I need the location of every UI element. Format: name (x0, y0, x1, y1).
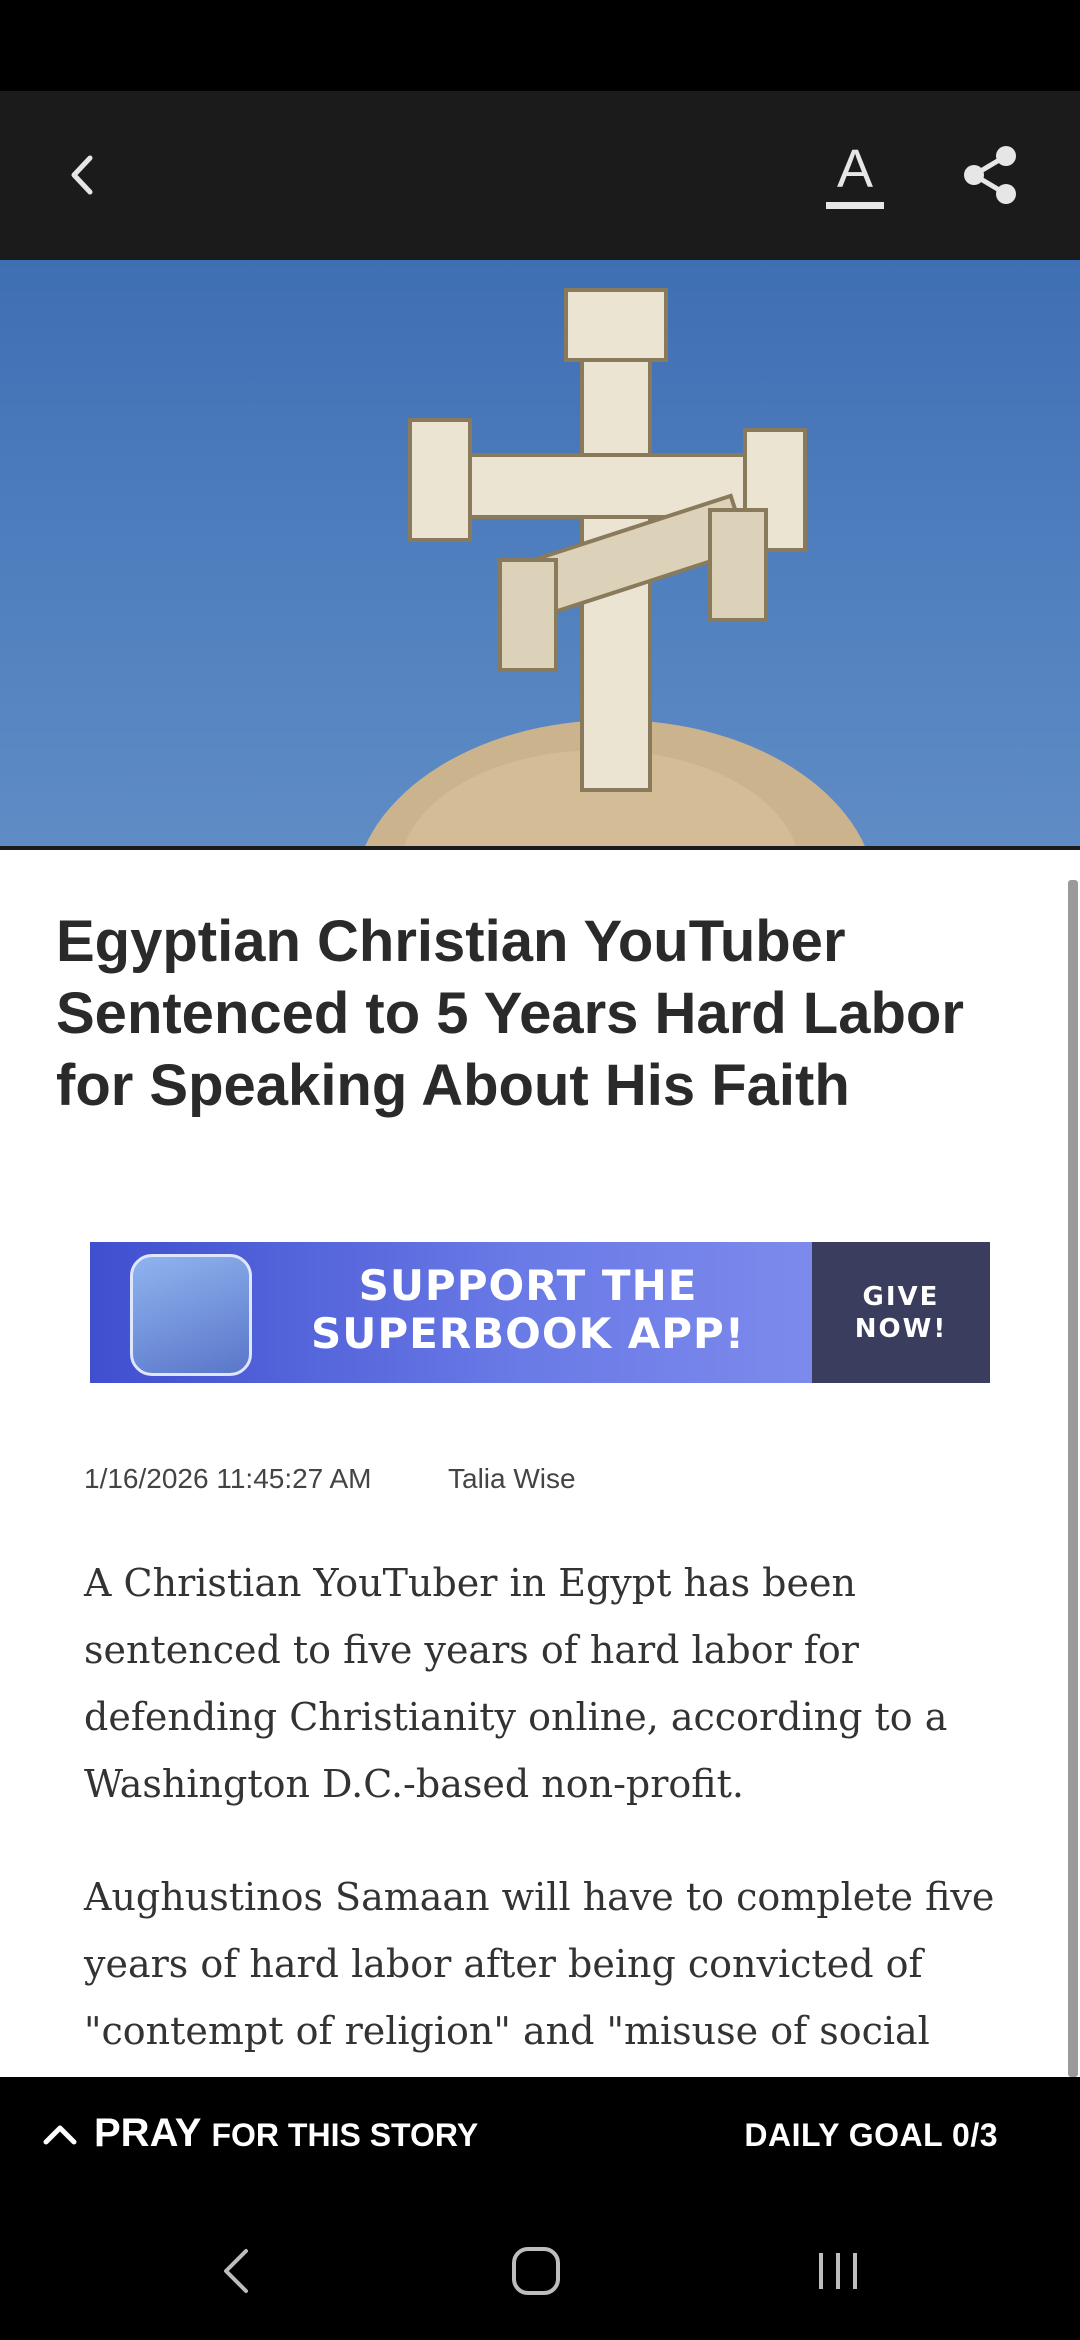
superbook-app-icon (130, 1254, 252, 1376)
cross-on-dome-illustration (364, 288, 866, 848)
pray-for-story-button[interactable]: PRAY FOR THIS STORY (42, 2111, 478, 2156)
article-headline: Egyptian Christian YouTuber Sentenced to… (56, 909, 964, 1118)
article-paragraph: A Christian YouTuber in Egypt has been s… (84, 1561, 948, 1806)
article-author[interactable]: Talia Wise (448, 1463, 576, 1495)
give-now-button[interactable]: GIVE NOW! (812, 1242, 990, 1383)
daily-goal-counter: DAILY GOAL 0/3 (744, 2117, 998, 2153)
chevron-left-icon (71, 155, 93, 195)
system-back-button[interactable] (176, 2221, 296, 2321)
share-button[interactable] (945, 130, 1035, 220)
scrollbar[interactable] (1068, 880, 1078, 2077)
hero-image (0, 260, 1080, 848)
share-icon (964, 146, 1016, 204)
article-content[interactable]: Egyptian Christian YouTuber Sentenced to… (0, 850, 1080, 2077)
back-nav-icon (224, 2249, 248, 2293)
pray-subtitle: FOR THIS STORY (211, 2117, 479, 2153)
home-nav-icon (512, 2247, 560, 2295)
text-size-icon: A (826, 142, 884, 209)
promo-text: SUPPORT THE SUPERBOOK APP! (311, 1261, 745, 1358)
article-date: 1/16/2026 11:45:27 AM (84, 1463, 372, 1494)
status-bar (0, 0, 1080, 91)
system-nav-bar (0, 2201, 1080, 2340)
pray-label: PRAY (94, 2111, 202, 2155)
text-size-label: A (836, 138, 874, 199)
recents-nav-icon (819, 2253, 857, 2289)
article-paragraph: Aughustinos Samaan will have to complete… (84, 1875, 995, 2053)
back-button[interactable] (40, 130, 124, 220)
system-home-button[interactable] (476, 2221, 596, 2321)
system-recents-button[interactable] (778, 2221, 898, 2321)
pray-bar[interactable]: PRAY FOR THIS STORY DAILY GOAL 0/3 (0, 2077, 1080, 2201)
chevron-up-icon (43, 2125, 77, 2145)
top-app-bar (0, 91, 1080, 260)
text-size-button[interactable]: A (810, 130, 900, 220)
superbook-promo-banner[interactable]: SUPPORT THE SUPERBOOK APP! GIVE NOW! (90, 1242, 990, 1383)
promo-main[interactable]: SUPPORT THE SUPERBOOK APP! (90, 1242, 812, 1383)
